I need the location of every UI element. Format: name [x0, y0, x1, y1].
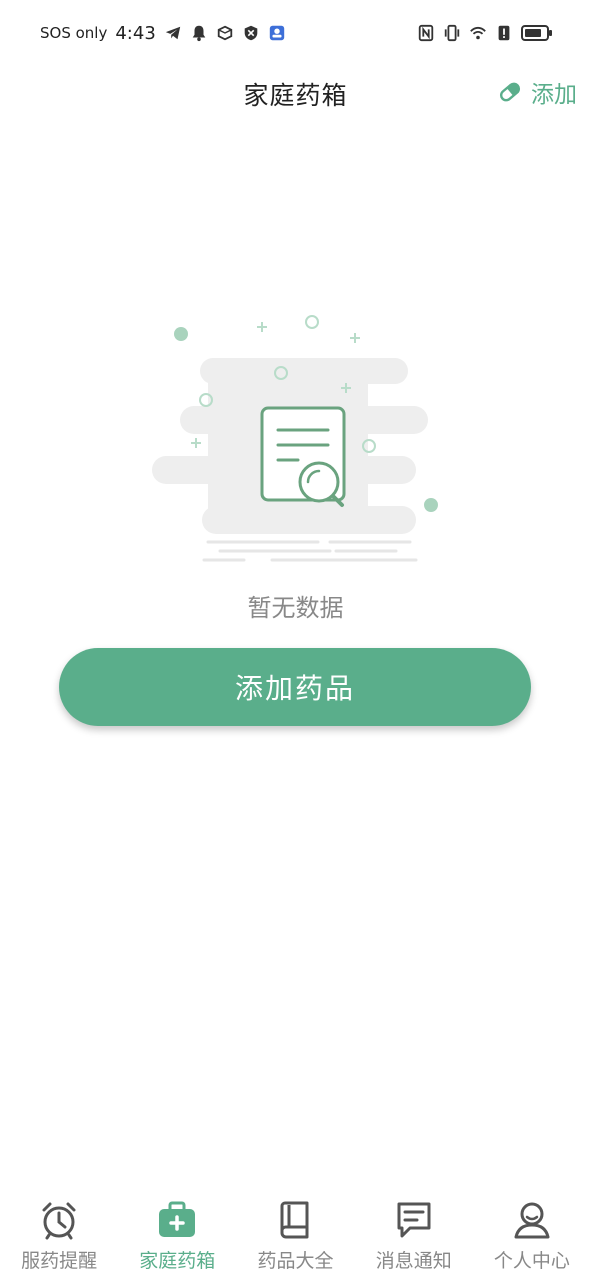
- tab-drug-encyclopedia[interactable]: 药品大全: [236, 1190, 354, 1280]
- alarm-clock-icon: [42, 1202, 76, 1240]
- battery-icon: [521, 25, 552, 41]
- top-navigation-bar: 家庭药箱 添加: [0, 62, 591, 122]
- tab-label: 消息通知: [375, 1250, 452, 1272]
- user-icon: [514, 1202, 550, 1239]
- tab-notifications[interactable]: 消息通知: [355, 1190, 473, 1280]
- telegram-icon: [165, 26, 180, 40]
- book-icon: [280, 1201, 308, 1239]
- empty-data-illustration: [152, 315, 438, 562]
- app-notification-icon: [269, 25, 284, 41]
- status-bar: SOS only 4:43: [0, 0, 591, 62]
- shield-icon: [244, 25, 258, 41]
- tab-label: 个人中心: [493, 1250, 570, 1272]
- carrier-text: SOS only: [40, 24, 108, 42]
- tab-medication-reminder[interactable]: 服药提醒: [0, 1190, 118, 1280]
- bottom-tab-bar: 服药提醒 家庭药箱 药品大全 消息通知 个人中心: [0, 1190, 591, 1280]
- pill-icon: [499, 82, 521, 102]
- tab-label: 服药提醒: [21, 1250, 98, 1272]
- vibrate-icon: [444, 24, 460, 42]
- bell-icon: [192, 25, 206, 42]
- wifi-icon: [470, 26, 486, 40]
- tab-label: 药品大全: [257, 1250, 334, 1272]
- tab-family-medicine-box[interactable]: 家庭药箱: [118, 1190, 236, 1280]
- signal-alert-icon: [498, 25, 510, 41]
- tab-label: 家庭药箱: [139, 1250, 216, 1272]
- status-right: [417, 22, 553, 44]
- status-left: SOS only 4:43: [40, 22, 286, 44]
- add-medicine-link[interactable]: 添加: [497, 76, 577, 108]
- empty-state-message: 暂无数据: [247, 594, 344, 622]
- tab-personal-center[interactable]: 个人中心: [473, 1190, 591, 1280]
- message-icon: [397, 1202, 431, 1238]
- nfc-icon: [418, 24, 434, 42]
- add-link-label: 添加: [531, 82, 577, 108]
- box-icon: [217, 25, 232, 41]
- medicine-box-icon: [159, 1201, 196, 1237]
- add-medicine-button[interactable]: 添加药品: [59, 648, 531, 726]
- clock-time: 4:43: [115, 22, 156, 44]
